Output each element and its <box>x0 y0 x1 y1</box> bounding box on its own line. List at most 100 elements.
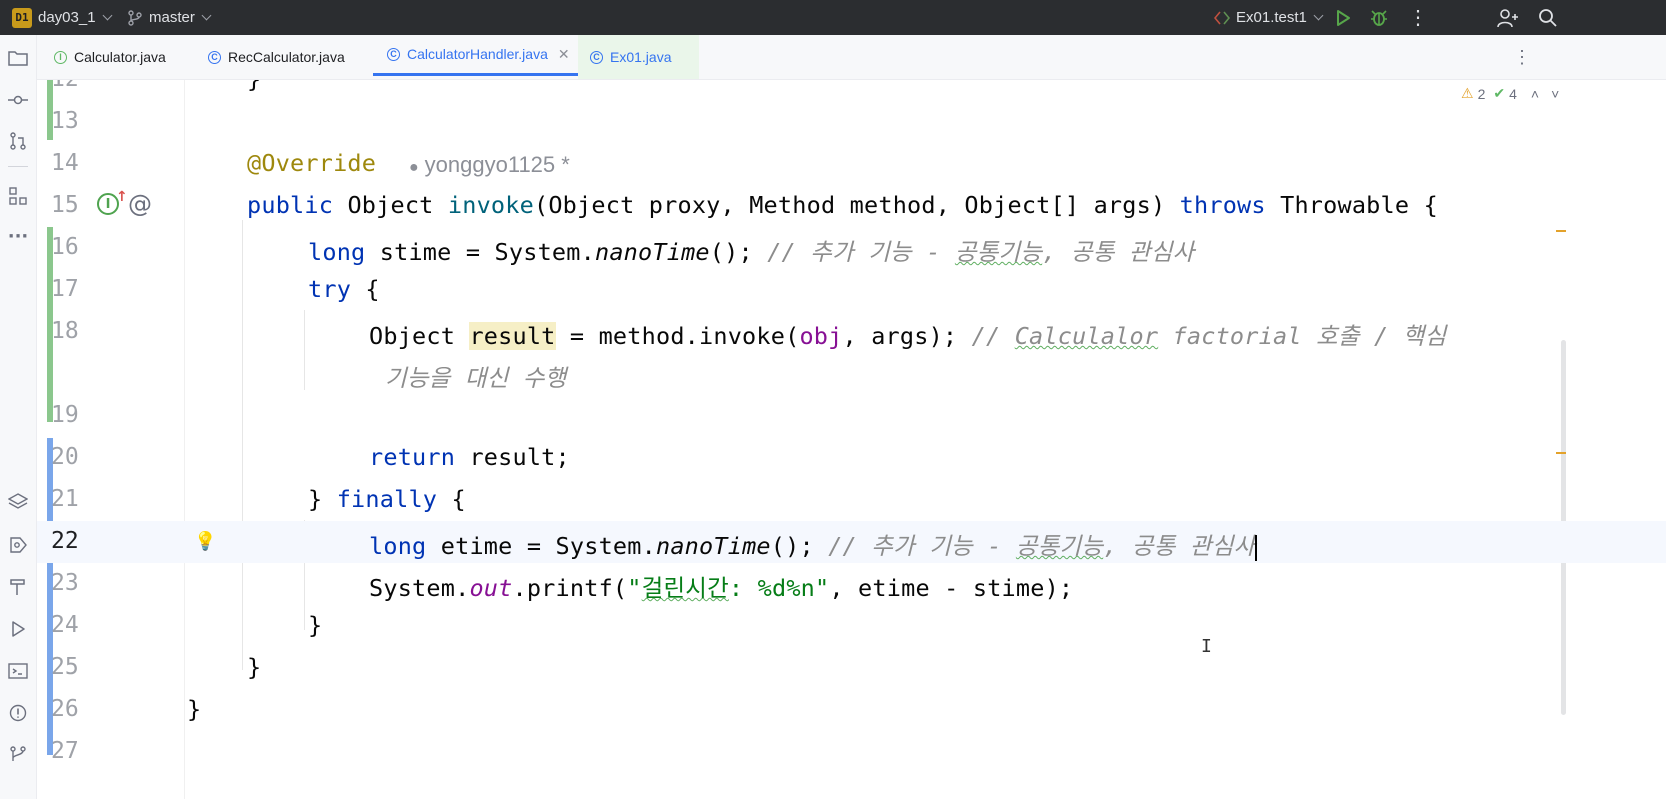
code-line: 25 } <box>37 647 1666 689</box>
branch-name: master <box>149 9 195 26</box>
debug-button[interactable] <box>1370 0 1388 35</box>
search-icon <box>1539 8 1557 27</box>
line-number: 14 <box>51 150 79 176</box>
tab-calculator[interactable]: I Calculator.java <box>54 35 166 79</box>
structure-tool-button[interactable] <box>7 185 29 207</box>
services-tool-button[interactable] <box>7 491 29 513</box>
commit-icon <box>8 95 28 105</box>
code-text: long etime = System.nanoTime(); // 추가 기능… <box>369 532 1258 561</box>
class-icon: C <box>590 50 603 64</box>
add-user-icon <box>1497 8 1518 27</box>
line-number: 22 <box>51 528 79 554</box>
run-icon <box>1337 9 1350 26</box>
tab-label: RecCalculator.java <box>228 49 345 65</box>
title-bar: D1 day03_1 master Ex01.test1 ⋮ <box>0 0 1666 35</box>
code-line: 14 @Override ● yonggyo1125 * <box>37 143 1666 185</box>
user-icon: ● <box>409 159 419 176</box>
problems-icon <box>9 704 27 722</box>
terminal-tool-button[interactable] <box>7 660 29 682</box>
line-number: 18 <box>51 318 79 344</box>
line-number: 20 <box>51 444 79 470</box>
branch-icon <box>128 9 142 26</box>
code-text: } <box>247 653 262 681</box>
run-config-icon <box>1214 10 1230 25</box>
run-config-selector[interactable]: Ex01.test1 <box>1214 0 1324 35</box>
code-text: System.out.printf("걸린시간: %d%n", etime - … <box>369 574 1074 602</box>
commit-tool-button[interactable] <box>7 89 29 111</box>
line-number: 21 <box>51 486 79 512</box>
line-number: 16 <box>51 234 79 260</box>
code-line: 19 <box>37 395 1666 437</box>
lightbulb-icon[interactable]: 💡 <box>194 531 216 552</box>
run-tool-icon <box>12 621 25 637</box>
project-name: day03_1 <box>38 9 96 26</box>
code-editor[interactable]: ⚠2 ✔4 ˄ ˅ 12 } 13 14 @Override ●yonggyo1… <box>37 80 1666 799</box>
tab-ex01[interactable]: C Ex01.java <box>578 35 699 79</box>
interface-icon: I <box>54 50 67 64</box>
more-tools-button[interactable]: ··· <box>7 225 29 247</box>
chevron-down-icon <box>102 10 113 21</box>
debug-tool-button[interactable] <box>7 534 29 556</box>
divider <box>8 166 28 167</box>
code-text: } <box>187 695 202 723</box>
tab-options-button[interactable]: ⋮ <box>1513 35 1531 79</box>
code-text: } <box>247 80 261 93</box>
line-number: 27 <box>51 738 79 764</box>
layers-icon <box>8 493 28 509</box>
structure-icon <box>9 187 27 205</box>
debug-tool-icon <box>10 537 27 553</box>
code-line: 24 } <box>37 605 1666 647</box>
author-name: yonggyo1125 * <box>424 152 570 177</box>
code-text: long stime = System.nanoTime(); // 추가 기능… <box>308 238 1195 266</box>
code-line: 15 I ↑ @ public Object invoke(Object pro… <box>37 185 1666 227</box>
git-tool-button[interactable] <box>7 743 29 765</box>
class-icon: C <box>387 47 400 61</box>
project-tool-button[interactable] <box>7 47 29 69</box>
code-text: public Object invoke(Object proxy, Metho… <box>247 191 1438 219</box>
code-line: 23 System.out.printf("걸린시간: %d%n", etime… <box>37 563 1666 605</box>
code-text: return result; <box>369 443 570 471</box>
tab-label: Ex01.java <box>610 49 672 65</box>
code-text: @Override <box>247 149 377 177</box>
problems-tool-button[interactable] <box>7 702 29 724</box>
run-tool-button[interactable] <box>7 618 29 640</box>
code-with-me-button[interactable] <box>1497 0 1519 35</box>
text-cursor-icon: I <box>1201 636 1212 657</box>
tab-calculator-handler[interactable]: C CalculatorHandler.java ✕ <box>373 35 578 76</box>
code-text: 기능을 대신 수행 <box>385 364 567 392</box>
search-button[interactable] <box>1538 0 1558 35</box>
project-selector[interactable]: D1 day03_1 <box>12 0 113 35</box>
class-icon: C <box>208 50 221 64</box>
line-number: 24 <box>51 612 79 638</box>
more-horizontal-icon: ··· <box>7 225 29 247</box>
run-button[interactable] <box>1334 0 1352 35</box>
folder-icon <box>8 51 28 66</box>
line-number: 12 <box>51 80 111 92</box>
pull-requests-tool-button[interactable] <box>7 130 29 152</box>
line-number: 25 <box>51 654 79 680</box>
line-number: 17 <box>51 276 79 302</box>
code-line: 20 return result; <box>37 437 1666 479</box>
debug-icon <box>1371 9 1387 26</box>
more-actions-button[interactable]: ⋮ <box>1408 0 1428 35</box>
run-config-name: Ex01.test1 <box>1236 9 1307 26</box>
build-tool-button[interactable] <box>7 576 29 598</box>
close-icon[interactable]: ✕ <box>558 46 570 63</box>
code-line-current: 22 💡 long etime = System.nanoTime(); // … <box>37 521 1666 563</box>
code-line: 27 <box>37 731 1666 773</box>
code-text: } finally { <box>308 485 466 513</box>
chevron-down-icon <box>201 10 212 21</box>
more-vertical-icon: ⋮ <box>1513 46 1531 67</box>
code-text: } <box>308 611 323 639</box>
git-icon <box>10 746 26 761</box>
author-inlay-hint[interactable]: ● yonggyo1125 * <box>409 152 570 178</box>
branch-selector[interactable]: master <box>127 0 212 35</box>
arrow-up-icon: ↑ <box>116 189 128 205</box>
code-line: 18 Object result = method.invoke(obj, ar… <box>37 311 1666 353</box>
code-line: 16 long stime = System.nanoTime(); // 추가… <box>37 227 1666 269</box>
annotation-gutter-icon[interactable]: @ <box>128 190 152 218</box>
project-badge: D1 <box>12 7 32 28</box>
tab-rec-calculator[interactable]: C RecCalculator.java <box>208 35 345 79</box>
hammer-icon <box>10 579 25 595</box>
code-line: 21 } finally { <box>37 479 1666 521</box>
